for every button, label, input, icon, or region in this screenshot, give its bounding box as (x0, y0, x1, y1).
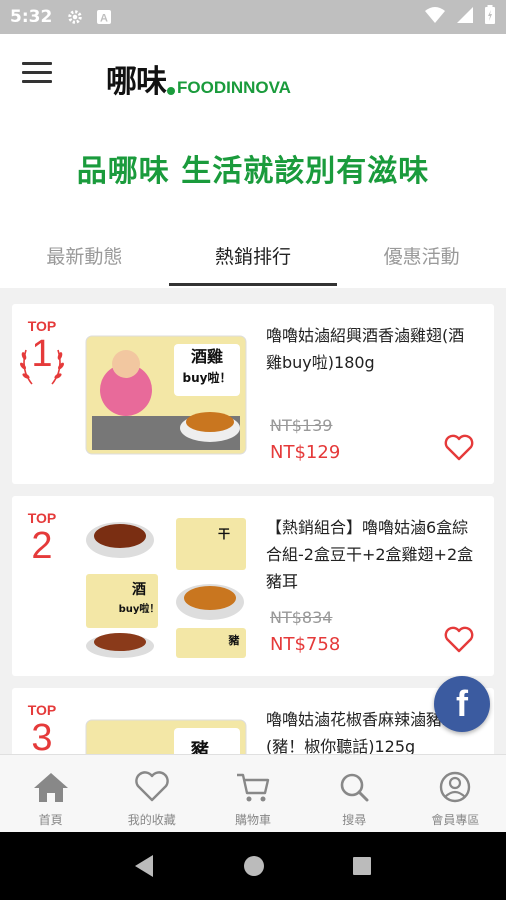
tab-hot-ranking[interactable]: 熱銷排行 (168, 224, 338, 286)
product-card[interactable]: TOP 3 豬 嚕嚕姑滷花椒香麻辣滷豬耳(豬！椒你聽話)125g (12, 688, 494, 754)
product-name[interactable]: 【熱銷組合】嚕嚕姑滷6盒綜合組-2盒豆干+2盒雞翅+2盒豬耳 (266, 514, 480, 595)
product-name[interactable]: 嚕嚕姑滷紹興酒香滷雞翅(酒雞buy啦)180g (266, 322, 480, 376)
svg-text:酒雞: 酒雞 (191, 347, 223, 366)
settings-gear-icon (66, 8, 84, 26)
original-price: NT$834 (270, 608, 333, 627)
laurel-wreath-icon (20, 349, 64, 385)
nav-home[interactable]: 首頁 (0, 755, 101, 832)
brand-logo: 哪味 FOODINNOVA (106, 56, 291, 101)
nav-home-label: 首頁 (38, 813, 63, 827)
rank-number: 2 (31, 525, 53, 567)
rank-badge: TOP 2 (12, 510, 72, 568)
svg-text:buy啦！: buy啦！ (119, 602, 160, 615)
status-time: 5:32 (10, 7, 53, 27)
product-image[interactable]: 酒雞 buy啦！ (84, 324, 248, 466)
nav-favorites-label: 我的收藏 (127, 813, 176, 827)
nav-member-label: 會員專區 (431, 813, 480, 827)
brand-name-en: FOODINNOVA (177, 78, 291, 97)
product-card[interactable]: TOP 2 干 酒 buy啦！ 豬 【熱銷組合】嚕嚕姑滷6盒綜合組-2盒豆干+2… (12, 496, 494, 676)
product-list: TOP 1 酒雞 buy啦！ 嚕嚕姑滷紹興酒香滷雞翅(酒雞buy啦)180g N… (0, 288, 506, 754)
product-image[interactable]: 豬 (84, 708, 248, 754)
rank-top-label: TOP (27, 318, 57, 334)
home-icon (33, 773, 68, 802)
rank-badge: TOP 3 (12, 702, 72, 754)
status-bar: 5:32 A (0, 0, 506, 34)
svg-text:buy啦！: buy啦！ (183, 370, 232, 385)
heart-icon (135, 771, 169, 802)
svg-text:干: 干 (218, 527, 230, 541)
facebook-button[interactable]: f (434, 676, 490, 732)
notification-a-icon: A (96, 9, 112, 25)
brand-dot (167, 87, 175, 95)
tab-promotions[interactable]: 優惠活動 (337, 224, 506, 286)
slogan: 品哪味 生活就該別有滋味 (76, 154, 430, 189)
battery-icon (484, 5, 496, 29)
brand-name-cn: 哪味 (106, 64, 167, 100)
system-navigation-bar (0, 832, 506, 900)
tab-bar: 最新動態 熱銷排行 優惠活動 (0, 224, 506, 286)
svg-text:豬: 豬 (228, 633, 240, 647)
original-price: NT$139 (270, 416, 333, 435)
nav-cart-label: 購物車 (235, 813, 272, 827)
bottom-navigation: 首頁 我的收藏 購物車 搜尋 會員專區 (0, 754, 506, 832)
tab-latest-news[interactable]: 最新動態 (0, 224, 169, 286)
hamburger-menu-icon[interactable] (22, 62, 52, 88)
nav-search-label: 搜尋 (342, 813, 367, 827)
back-triangle-icon[interactable] (133, 853, 157, 879)
product-image[interactable]: 干 酒 buy啦！ 豬 (84, 516, 248, 658)
nav-favorites[interactable]: 我的收藏 (101, 755, 202, 832)
rank-number: 3 (31, 717, 53, 754)
svg-text:酒: 酒 (132, 582, 146, 598)
search-icon (340, 773, 369, 802)
app-header: 哪味 FOODINNOVA (0, 34, 506, 118)
nav-search[interactable]: 搜尋 (304, 755, 405, 832)
cellular-signal-icon (456, 6, 474, 28)
rank-top-label: TOP (27, 702, 57, 718)
home-circle-icon[interactable] (242, 854, 266, 878)
rank-top-label: TOP (27, 510, 57, 526)
cart-icon (237, 773, 270, 802)
user-icon (440, 771, 471, 803)
sale-price: NT$129 (270, 442, 341, 463)
recents-square-icon[interactable] (351, 855, 373, 877)
product-card[interactable]: TOP 1 酒雞 buy啦！ 嚕嚕姑滷紹興酒香滷雞翅(酒雞buy啦)180g N… (12, 304, 494, 484)
nav-member[interactable]: 會員專區 (405, 755, 506, 832)
sale-price: NT$758 (270, 634, 341, 655)
nav-cart[interactable]: 購物車 (202, 755, 303, 832)
favorite-heart-icon[interactable] (444, 434, 474, 462)
favorite-heart-icon[interactable] (444, 626, 474, 654)
wifi-icon (424, 6, 446, 28)
svg-text:豬: 豬 (190, 739, 209, 754)
svg-text:A: A (100, 13, 108, 25)
